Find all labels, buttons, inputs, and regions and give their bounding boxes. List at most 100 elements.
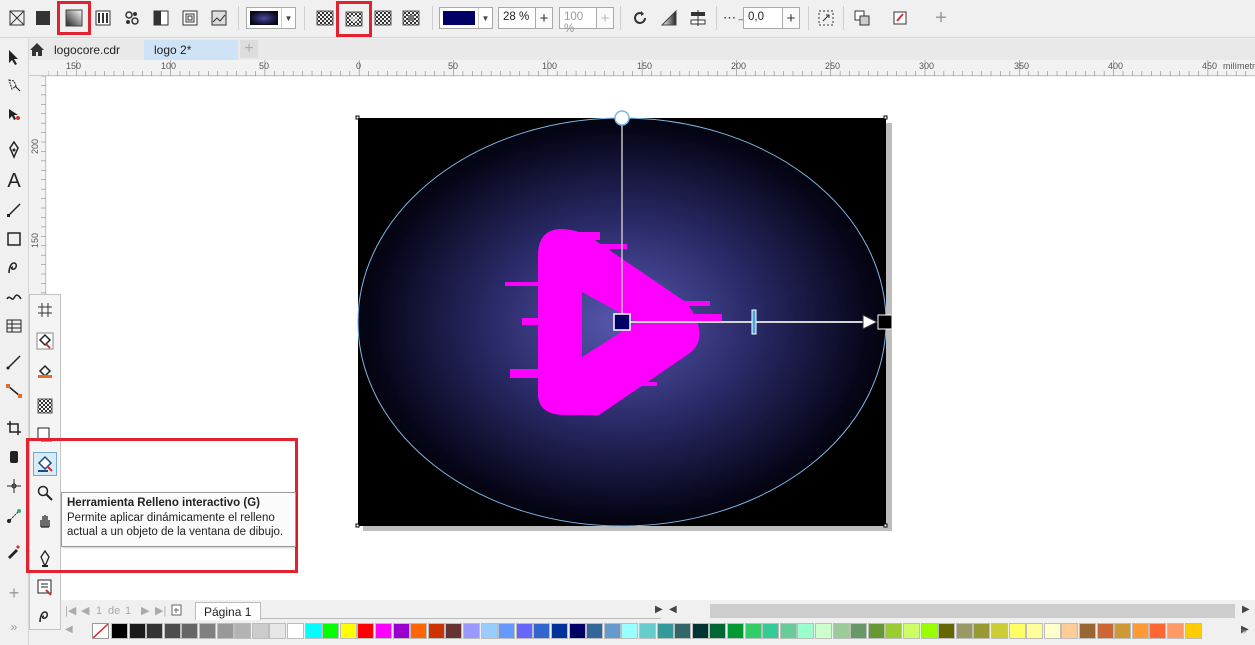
- color-swatch[interactable]: [1096, 623, 1114, 639]
- curve-fill-icon[interactable]: [33, 605, 57, 629]
- color-swatch[interactable]: [410, 623, 428, 639]
- color-swatch[interactable]: [234, 623, 252, 639]
- ruler-origin[interactable]: [29, 60, 48, 76]
- color-swatch[interactable]: [251, 623, 269, 639]
- transparency-field[interactable]: 100 %: [559, 7, 597, 35]
- offset-field[interactable]: 0,0: [743, 7, 783, 29]
- color-swatch[interactable]: [515, 623, 533, 639]
- page-tab[interactable]: Página 1: [195, 602, 261, 620]
- add-icon[interactable]: +: [928, 5, 954, 31]
- color-swatch[interactable]: [199, 623, 216, 639]
- color-swatch[interactable]: [357, 623, 375, 639]
- fill-midpoint-slider[interactable]: [751, 309, 757, 335]
- color-swatch[interactable]: [850, 623, 868, 639]
- elliptical-fountain-button[interactable]: [336, 1, 372, 37]
- color-swatch[interactable]: [533, 623, 551, 639]
- plus-icon[interactable]: +: [596, 7, 614, 29]
- texture-fill-icon[interactable]: [177, 5, 203, 31]
- color-swatch[interactable]: [427, 623, 445, 639]
- color-swatch[interactable]: [181, 623, 199, 639]
- palette-menu-icon[interactable]: »: [1241, 626, 1247, 637]
- color-swatch[interactable]: [1061, 623, 1079, 639]
- color-swatch[interactable]: [269, 623, 287, 639]
- node-color-dropdown[interactable]: ▼: [439, 7, 493, 29]
- scroll-right-icon[interactable]: ▶: [1242, 604, 1250, 615]
- color-swatch[interactable]: [955, 623, 973, 639]
- rectangle-tool-icon[interactable]: [2, 227, 26, 251]
- bitmap-pattern-icon[interactable]: [119, 5, 145, 31]
- color-swatch[interactable]: [216, 623, 234, 639]
- color-swatch[interactable]: [867, 623, 885, 639]
- pen-tool-icon[interactable]: [2, 138, 26, 162]
- color-swatch[interactable]: [709, 623, 727, 639]
- color-swatch[interactable]: [621, 623, 639, 639]
- color-swatch[interactable]: [128, 623, 146, 639]
- home-icon[interactable]: [29, 42, 45, 57]
- smart-fill-icon[interactable]: [33, 329, 57, 353]
- connector-tool-icon[interactable]: [2, 198, 26, 222]
- fountain-fill-button[interactable]: [57, 1, 91, 35]
- color-swatch[interactable]: [322, 623, 340, 639]
- fill-start-node[interactable]: [613, 313, 631, 331]
- blend-direction-icon[interactable]: [656, 5, 682, 31]
- horizontal-scrollbar[interactable]: ▶: [680, 604, 1255, 618]
- color-swatch[interactable]: [779, 623, 797, 639]
- color-swatch[interactable]: [304, 623, 322, 639]
- last-page-icon[interactable]: ▶|: [155, 604, 166, 617]
- color-swatch[interactable]: [287, 623, 304, 639]
- scrollbar-thumb[interactable]: [710, 604, 1235, 618]
- transform-tool-icon[interactable]: [2, 474, 26, 498]
- color-swatch[interactable]: [586, 623, 604, 639]
- color-swatch[interactable]: [163, 623, 181, 639]
- add-page-icon[interactable]: [171, 604, 183, 616]
- rectangular-fountain-icon[interactable]: [398, 5, 424, 31]
- color-swatch[interactable]: [463, 623, 480, 639]
- scroll-left-icon[interactable]: ▶: [655, 604, 663, 615]
- tab-logocore[interactable]: logocore.cdr: [44, 40, 144, 60]
- color-swatch[interactable]: [1114, 623, 1132, 639]
- no-color-swatch[interactable]: [92, 623, 109, 639]
- fill-end-node[interactable]: [877, 314, 893, 330]
- edit-fill-icon[interactable]: [887, 5, 913, 31]
- color-swatch[interactable]: [1167, 623, 1184, 639]
- pick-tool-icon[interactable]: [2, 45, 26, 69]
- color-swatch[interactable]: [691, 623, 709, 639]
- next-page-icon[interactable]: ▶: [141, 604, 149, 617]
- color-swatch[interactable]: [603, 623, 621, 639]
- palette-scroll-left-icon[interactable]: ◀: [65, 624, 73, 635]
- color-swatch[interactable]: [339, 623, 357, 639]
- connector-red-icon[interactable]: [2, 379, 26, 403]
- color-swatch[interactable]: [480, 623, 498, 639]
- vector-pattern-icon[interactable]: [90, 5, 116, 31]
- text-tool-icon[interactable]: A: [2, 169, 26, 193]
- color-swatch[interactable]: [815, 623, 832, 639]
- color-swatch[interactable]: [111, 623, 128, 639]
- artistic-media-icon[interactable]: [2, 285, 26, 309]
- uniform-fill-icon[interactable]: [30, 5, 56, 31]
- color-swatch[interactable]: [1026, 623, 1044, 639]
- color-swatch[interactable]: [1131, 623, 1149, 639]
- spiral-tool-icon[interactable]: [2, 256, 26, 280]
- free-scale-icon[interactable]: [813, 5, 839, 31]
- transparency-tool-icon[interactable]: [33, 394, 57, 418]
- crop-tool-icon[interactable]: [2, 416, 26, 440]
- acceleration-icon[interactable]: [685, 5, 711, 31]
- color-swatch[interactable]: [498, 623, 516, 639]
- color-swatch[interactable]: [1043, 623, 1061, 639]
- fill-picker-dropdown[interactable]: ▼: [246, 7, 296, 29]
- color-swatch[interactable]: [727, 623, 744, 639]
- expand-toolbox-icon[interactable]: »: [2, 615, 26, 639]
- color-swatch[interactable]: [797, 623, 815, 639]
- color-swatch[interactable]: [938, 623, 956, 639]
- color-swatch[interactable]: [903, 623, 920, 639]
- no-fill-icon[interactable]: [4, 5, 30, 31]
- color-swatch[interactable]: [973, 623, 991, 639]
- add-tool-icon[interactable]: +: [2, 581, 26, 605]
- color-swatch[interactable]: [1008, 623, 1026, 639]
- scroll-left-arrow-icon[interactable]: ◀: [669, 604, 677, 615]
- prev-page-icon[interactable]: ◀: [81, 604, 89, 617]
- fill-edit-icon[interactable]: [33, 575, 57, 599]
- color-swatch[interactable]: [885, 623, 903, 639]
- color-swatch[interactable]: [1079, 623, 1096, 639]
- color-swatch[interactable]: [1184, 623, 1202, 639]
